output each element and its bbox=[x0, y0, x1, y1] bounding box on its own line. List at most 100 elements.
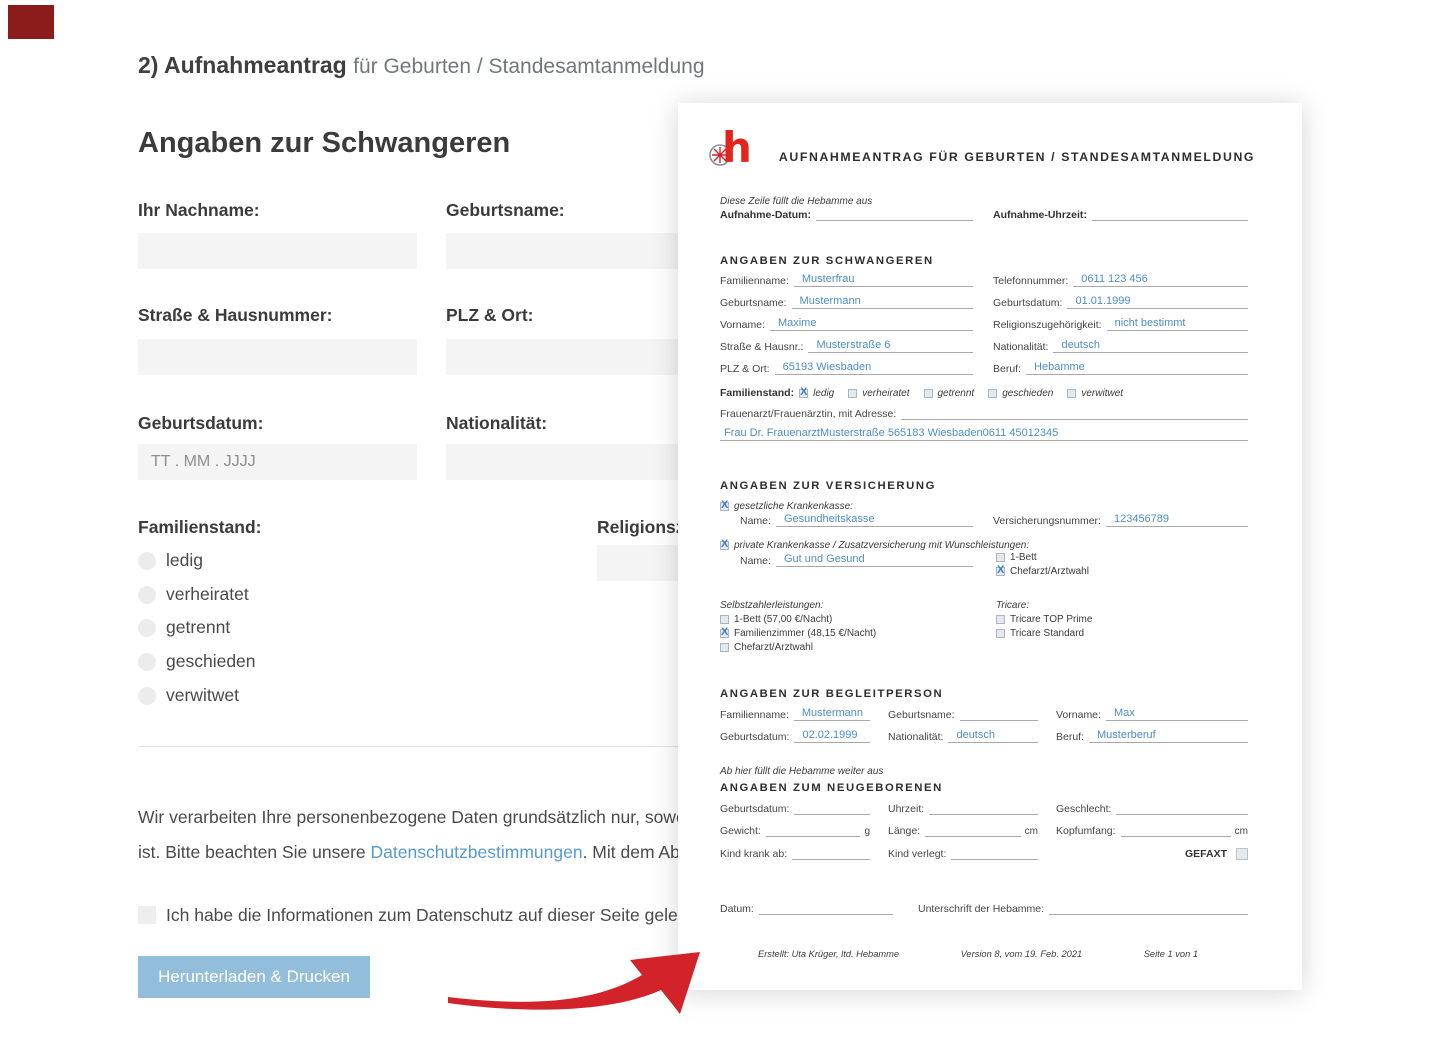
field-value: deutsch bbox=[948, 729, 1038, 743]
radio-verheiratet-label: verheiratet bbox=[166, 584, 249, 605]
radio-row-verwitwet[interactable]: verwitwet bbox=[138, 685, 239, 706]
versicherungsnummer-row: Versicherungsnummer:123456789 bbox=[993, 513, 1248, 527]
checkbox-label: 1-Bett (57,00 €/Nacht) bbox=[734, 614, 832, 625]
hebammen-logo: h bbox=[708, 127, 764, 179]
datenschutz-link[interactable]: Datenschutzbestimmungen bbox=[371, 842, 583, 862]
radio-row-verheiratet[interactable]: verheiratet bbox=[138, 584, 249, 605]
privacy-line1: Wir verarbeiten Ihre personenbezogene Da… bbox=[138, 807, 723, 827]
radio-row-ledig[interactable]: ledig bbox=[138, 550, 203, 571]
field-label: Familienname: bbox=[720, 709, 794, 721]
field-line bbox=[1116, 803, 1248, 815]
checkbox-verwitwet bbox=[1067, 389, 1076, 398]
doc-field-row: PLZ & Ort:65193 Wiesbaden Beruf:Hebamme bbox=[720, 361, 1248, 375]
gesetzlich-name-row: Name:Gesundheitskasse bbox=[740, 513, 973, 527]
field-line bbox=[792, 848, 870, 860]
name-label: Name: bbox=[740, 555, 776, 567]
field-value: Mustermann bbox=[794, 707, 870, 721]
privacy-line2-pre: ist. Bitte beachten Sie unsere bbox=[138, 842, 371, 862]
unterschrift-line bbox=[1049, 903, 1248, 915]
privat-option-1bett: 1-Bett bbox=[996, 552, 1037, 563]
checkbox-label: Chefarzt/Arztwahl bbox=[734, 642, 813, 653]
checkbox-privat bbox=[720, 541, 729, 550]
radio-row-geschieden[interactable]: geschieden bbox=[138, 651, 256, 672]
selbstzahler-option: Chefarzt/Arztwahl bbox=[720, 642, 813, 653]
name-label: Name: bbox=[740, 515, 776, 527]
field-line bbox=[925, 825, 1021, 837]
checkbox-tricare-standard bbox=[996, 629, 1005, 638]
field-line bbox=[951, 848, 1038, 860]
form-section-title: Angaben zur Schwangeren bbox=[138, 127, 510, 160]
field-label: Beruf: bbox=[993, 363, 1026, 375]
field-value: Mustermann bbox=[792, 295, 973, 309]
strasse-input[interactable] bbox=[138, 339, 417, 375]
radio-geschieden[interactable] bbox=[138, 653, 156, 671]
radio-row-getrennt[interactable]: getrennt bbox=[138, 617, 230, 638]
checkbox-label: Tricare Standard bbox=[1010, 628, 1084, 639]
unit-label: cm bbox=[1231, 826, 1248, 837]
gefaxt-checkbox bbox=[1236, 848, 1248, 860]
page-title: 2) Aufnahmeantrag für Geburten / Standes… bbox=[138, 52, 705, 79]
checkbox-geschieden bbox=[988, 389, 997, 398]
checkbox-chefarzt bbox=[996, 567, 1005, 576]
footer-version: Version 8, vom 19. Feb. 2021 bbox=[961, 949, 1083, 959]
field-label: Kind krank ab: bbox=[720, 848, 792, 860]
frauenarzt-label: Frauenarzt/Frauenärztin, mit Adresse: bbox=[720, 408, 901, 420]
versicherungsnummer-value: 123456789 bbox=[1106, 513, 1248, 527]
download-print-button[interactable]: Herunterladen & Drucken bbox=[138, 956, 370, 998]
field-line bbox=[794, 803, 870, 815]
radio-verheiratet[interactable] bbox=[138, 586, 156, 604]
field-value: Musterstraße 6 bbox=[808, 339, 973, 353]
field-label: Nationalität: bbox=[993, 341, 1053, 353]
checkbox-label: verwitwet bbox=[1081, 388, 1123, 399]
selbstzahler-option: 1-Bett (57,00 €/Nacht) bbox=[720, 614, 832, 625]
begleit-row2: Geburtsdatum:02.02.1999 Nationalität:deu… bbox=[720, 729, 1248, 743]
checkbox-chefarzt2 bbox=[720, 643, 729, 652]
field-value: Hebamme bbox=[1026, 361, 1248, 375]
unit-label: g bbox=[860, 826, 870, 837]
consent-checkbox[interactable] bbox=[138, 906, 156, 924]
checkbox-familienzimmer bbox=[720, 629, 729, 638]
field-value: deutsch bbox=[1053, 339, 1248, 353]
field-value: Max bbox=[1106, 707, 1248, 721]
geburtsdatum-input[interactable] bbox=[138, 444, 417, 480]
privat-name-value: Gut und Gesund bbox=[776, 553, 973, 567]
tricare-label: Tricare: bbox=[996, 600, 1029, 611]
red-arrow-icon bbox=[425, 938, 715, 1038]
field-label: Uhrzeit: bbox=[888, 803, 929, 815]
field-label: Geburtsname: bbox=[888, 709, 960, 721]
privat-option-chefarzt: Chefarzt/Arztwahl bbox=[996, 566, 1089, 577]
familienstand-label: Familienstand: bbox=[138, 517, 262, 538]
gesetzlich-label: gesetzliche Krankenkasse: bbox=[734, 501, 853, 512]
radio-verwitwet[interactable] bbox=[138, 687, 156, 705]
selbstzahler-option: Familienzimmer (48,15 €/Nacht) bbox=[720, 628, 876, 639]
checkbox-label: Tricare TOP Prime bbox=[1010, 614, 1092, 625]
radio-getrennt[interactable] bbox=[138, 619, 156, 637]
doc-sec-schwangere: ANGABEN ZUR SCHWANGEREN bbox=[720, 255, 934, 267]
field-value: 02.02.1999 bbox=[794, 729, 870, 743]
field-value: 01.01.1999 bbox=[1067, 295, 1248, 309]
tricare-option: Tricare TOP Prime bbox=[996, 614, 1092, 625]
doc-hebamme-note: Diese Zeile füllt die Hebamme aus bbox=[720, 196, 872, 207]
selbstzahler-label: Selbstzahlerleistungen: bbox=[720, 600, 823, 611]
radio-ledig[interactable] bbox=[138, 552, 156, 570]
checkbox-verheiratet bbox=[848, 389, 857, 398]
nationalitaet-label: Nationalität: bbox=[446, 413, 547, 434]
privat-row: private Krankenkasse / Zusatzversicherun… bbox=[720, 540, 1248, 551]
gefaxt-label: GEFAXT bbox=[1185, 848, 1227, 860]
checkbox-1bett-preis bbox=[720, 615, 729, 624]
geburtsdatum-label: Geburtsdatum: bbox=[138, 413, 263, 434]
nachname-input[interactable] bbox=[138, 233, 417, 269]
page-title-rest: für Geburten / Standesamtanmeldung bbox=[353, 55, 704, 78]
field-value: nicht bestimmt bbox=[1107, 317, 1248, 331]
field-label: Geburtsdatum: bbox=[720, 731, 794, 743]
begleit-row1: Familienname:Mustermann Geburtsname: Vor… bbox=[720, 707, 1248, 721]
gesetzlich-row: gesetzliche Krankenkasse: bbox=[720, 501, 1248, 512]
aufnahme-uhrzeit-line bbox=[1092, 209, 1248, 221]
doc-frauenarzt-row: Frauenarzt/Frauenärztin, mit Adresse: bbox=[720, 408, 1248, 420]
checkbox-label: Familienzimmer (48,15 €/Nacht) bbox=[734, 628, 876, 639]
field-label: Straße & Hausnr.: bbox=[720, 341, 808, 353]
checkbox-gesetzlich bbox=[720, 502, 729, 511]
field-label: Religionszugehörigkeit: bbox=[993, 319, 1107, 331]
neugeb-row1: Geburtsdatum: Uhrzeit: Geschlecht: bbox=[720, 803, 1248, 815]
footer-seite: Seite 1 von 1 bbox=[1144, 949, 1198, 959]
